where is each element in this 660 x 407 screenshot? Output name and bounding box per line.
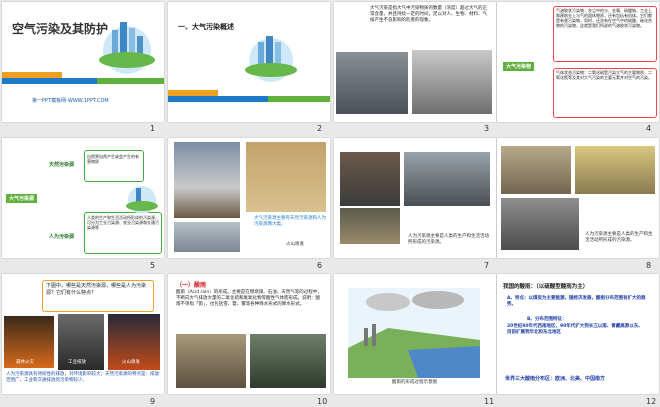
blue-bar	[2, 78, 97, 84]
polluted-city-photo	[336, 52, 408, 114]
slide-thumbnail-6[interactable]: 大气污染源主要有天然污染源和人为污染源两大类。 火山喷发	[168, 138, 330, 258]
city-globe-image	[126, 186, 158, 214]
blue-bar	[168, 96, 268, 102]
industry-label: 工业排放	[68, 360, 86, 365]
slide-number: 12	[646, 397, 657, 406]
green-bar	[97, 78, 164, 84]
factory-photo	[404, 152, 490, 206]
point-a-text: A、特点：以煤炭为主要能源，随经济发展，酸雨分布范围有扩大的趋势。	[507, 296, 646, 307]
volcano-label: 火山喷发	[122, 360, 140, 365]
acid-rain-heading: （一）酸雨	[176, 282, 207, 289]
slide-thumbnail-11[interactable]: 酸雨的形成过程示意图	[334, 274, 496, 394]
natural-source-tag: 天然污染源	[46, 160, 78, 169]
slide-thumbnail-8[interactable]: 人为污染源主要是人类的生产和生活活动所形成的污染源。	[497, 138, 659, 258]
question-text: 下图中，哪些是天然污染源，哪些是人为污染源？它们有什么特点？	[46, 283, 147, 296]
city-globe-image	[99, 22, 155, 74]
diagram-caption: 酸雨的形成过程示意图	[392, 380, 437, 385]
slide-thumbnail-12[interactable]: 我国的酸雨：（以硫酸型酸雨为主） A、特点：以煤炭为主要能源，随经济发展，酸雨分…	[497, 274, 659, 394]
slide-number: 8	[646, 261, 652, 270]
slide-number: 2	[317, 124, 323, 133]
pollutant-tag: 大气污染物	[503, 62, 535, 71]
slide-number: 11	[484, 397, 495, 406]
natural-text: 自然界自然产生或会产生的有害物质	[87, 154, 139, 164]
human-source-tag: 人为污染源	[46, 232, 78, 241]
acid-rain-diagram	[348, 288, 480, 378]
china-acid-rain-heading: 我国的酸雨：（以硫酸型酸雨为主）	[503, 284, 589, 290]
chimney-photo	[340, 152, 400, 206]
human-source-caption: 人为污染源主要是人类的生产和生活活动所形成的污染源。	[585, 232, 653, 243]
slide-thumbnail-7[interactable]: 人为污染源主要是人类的生产和生活活动所形成的污染源。	[334, 138, 496, 258]
human-source-caption: 人为污染源主要是人类的生产和生活活动所形成的污染源。	[408, 234, 489, 245]
slide-thumbnail-9[interactable]: 下图中，哪些是天然污染源，哪些是人为污染源？它们有什么特点？ 森林火灾 工业排放…	[2, 274, 164, 394]
slide-thumbnail-1[interactable]: 空气污染及其防护 第一PPT模板网-WWW.1PPT.COM	[2, 2, 164, 122]
slide-thumbnail-3[interactable]: 大气污染是指大气中污染物质的数量（浓度）超过大气的正常含量，并且持续一定的时间，…	[334, 2, 496, 122]
definition-text: 大气污染是指大气中污染物质的数量（浓度）超过大气的正常含量，并且持续一定的时间，…	[370, 6, 487, 23]
slide-heading: 一、大气污染概述	[178, 23, 234, 31]
city-globe-image	[245, 36, 297, 82]
dust-sky-photo	[246, 142, 326, 212]
slide-number: 7	[484, 261, 490, 270]
traffic-photo	[501, 198, 579, 250]
slide-number: 9	[150, 397, 156, 406]
feature-text: 人为污染源具有持续性的排放，对环境影响较大；天然污染源的特点是：排放范围广，工业…	[6, 372, 159, 383]
acid-rain-text: 酸雨（Acid rain）的形成。主要是在燃烧煤、石油、天然气等的过程中，不断向…	[176, 290, 322, 307]
slide-number: 4	[646, 124, 652, 133]
volcano-caption: 火山喷发	[286, 242, 304, 247]
fire-label: 森林火灾	[16, 360, 34, 365]
footer-text: 第一PPT模板网-WWW.1PPT.COM	[32, 98, 109, 104]
human-text: 人类的生产和生活活动所形成的污染源，可分为工业污染源、农业污染源和交通污染源等	[87, 215, 159, 230]
river-industry-photo	[340, 208, 400, 244]
slide-thumbnail-2[interactable]: 一、大气污染概述	[168, 2, 330, 122]
gas-text: 气体状态污染物：二氧化硫是污染大气的主要物质，二氧化氮等及其对大气污染的主要元素…	[556, 70, 652, 80]
factory-smoke-photo	[412, 50, 492, 114]
bus-exhaust-photo	[575, 146, 655, 194]
slide-number: 6	[317, 261, 323, 270]
source-center-tag: 大气污染源	[6, 194, 38, 203]
world-distribution-text: 世界三大酸雨分布区：欧洲、北美、中国南方	[505, 376, 606, 382]
damaged-forest-photo	[250, 334, 326, 388]
point-b1-text: 20世纪80年代西南地区、90年代扩大到长江以南、青藏高原以东、目前扩展到华北和…	[507, 324, 643, 335]
city-haze-photo	[174, 222, 240, 252]
smoke-stack-photo	[501, 146, 571, 194]
green-bar	[268, 96, 330, 102]
slide-thumbnail-4[interactable]: 气溶胶状污染物：灰尘中的沙、金属、硫酸钠、工业上和建筑业上与气的固体物质，还有包…	[497, 2, 659, 122]
slide-number: 10	[317, 397, 328, 406]
slide-number: 1	[150, 124, 156, 133]
point-b-text: B、分布范围特征：	[527, 317, 567, 322]
aerosol-text: 气溶胶状污染物：灰尘中的沙、金属、硫酸钠、工业上和建筑业上与气的固体物质，还有包…	[556, 8, 652, 28]
volcano-photo	[174, 142, 240, 218]
slide-thumbnail-5[interactable]: 大气污染源 天然污染源 自然界自然产生或会产生的有害物质 人为污染源 人类的生产…	[2, 138, 164, 258]
source-note: 大气污染源主要有天然污染源和人为污染源两大类。	[254, 216, 326, 227]
slide-thumbnail-10[interactable]: （一）酸雨 酸雨（Acid rain）的形成。主要是在燃烧煤、石油、天然气等的过…	[168, 274, 330, 394]
slide-number: 3	[484, 124, 490, 133]
smoke-photo	[176, 334, 246, 388]
slide-number: 5	[150, 261, 156, 270]
